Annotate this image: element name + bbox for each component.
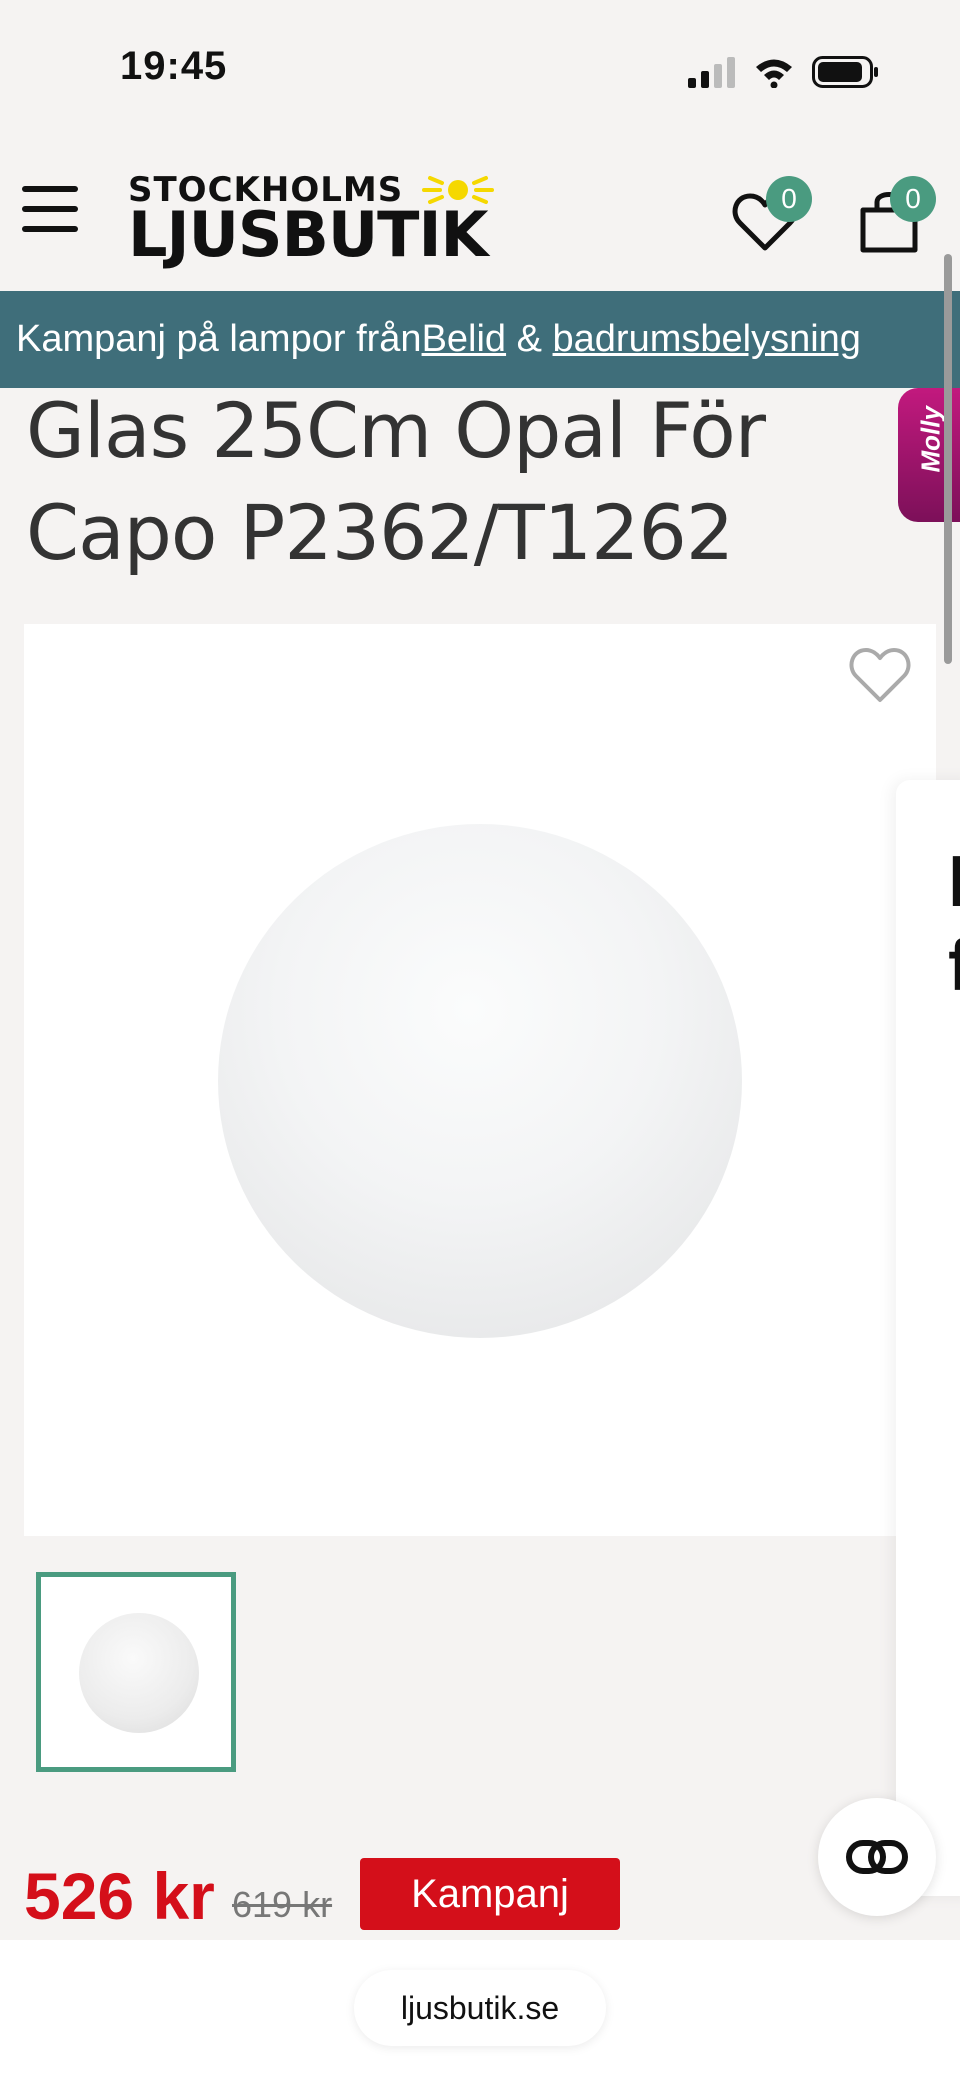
product-image[interactable] (24, 624, 936, 1536)
wishlist-count-badge: 0 (766, 176, 812, 222)
menu-button[interactable] (22, 186, 78, 242)
campaign-badge: Kampanj (360, 1858, 620, 1930)
hamburger-icon (22, 186, 78, 192)
product-title-line1: Glas 25Cm Opal För (26, 386, 766, 475)
cart-button[interactable]: 0 (852, 176, 936, 260)
promo-link-belid[interactable]: Belid (422, 318, 507, 361)
promo-link-bathroom[interactable]: badrumsbelysning (553, 318, 861, 361)
logo-line2: LJUSBUTIK (128, 198, 489, 271)
url-bar[interactable]: ljusbutik.se (354, 1970, 606, 2046)
cart-count-badge: 0 (890, 176, 936, 222)
chat-button[interactable] (818, 1798, 936, 1916)
side-panel-text-line2: f (948, 926, 960, 1006)
browser-bottom-bar: ljusbutik.se (0, 1940, 960, 2081)
status-time: 19:45 (120, 44, 228, 88)
status-icons (686, 54, 880, 90)
add-to-wishlist-heart-icon[interactable] (848, 646, 912, 704)
promo-prefix: Kampanj på lampor från (16, 318, 422, 360)
thumbnail-globe-image (79, 1613, 199, 1733)
hamburger-icon-bar (22, 226, 78, 232)
page-scrollbar[interactable] (944, 254, 952, 664)
hamburger-icon-bar (22, 206, 78, 212)
molly-label: Molly (915, 406, 946, 473)
chat-link-icon (846, 1840, 908, 1874)
side-panel-text: I f (948, 840, 960, 1008)
wifi-icon (756, 59, 792, 88)
promo-banner: Kampanj på lampor från Belid & badrumsbe… (0, 291, 960, 388)
original-price: 619 kr (232, 1884, 333, 1925)
logo[interactable]: STOCKHOLMS LJUSBUTIK (128, 170, 528, 270)
battery-icon (812, 56, 878, 88)
product-price: 526 kr (24, 1859, 215, 1933)
wishlist-button[interactable]: 0 (728, 176, 812, 260)
glass-globe-image (218, 824, 742, 1338)
site-header: STOCKHOLMS LJUSBUTIK 0 0 (0, 150, 960, 290)
cellular-signal-icon (688, 57, 735, 88)
promo-middle: & (506, 318, 553, 360)
side-panel-text-line1: I (948, 842, 960, 922)
product-title: Glas 25Cm Opal För Capo P2362/T1262 (26, 380, 786, 584)
product-title-line2: Capo P2362/T1262 (26, 488, 734, 577)
sun-icon (422, 176, 494, 204)
product-thumbnail[interactable] (36, 1572, 236, 1772)
